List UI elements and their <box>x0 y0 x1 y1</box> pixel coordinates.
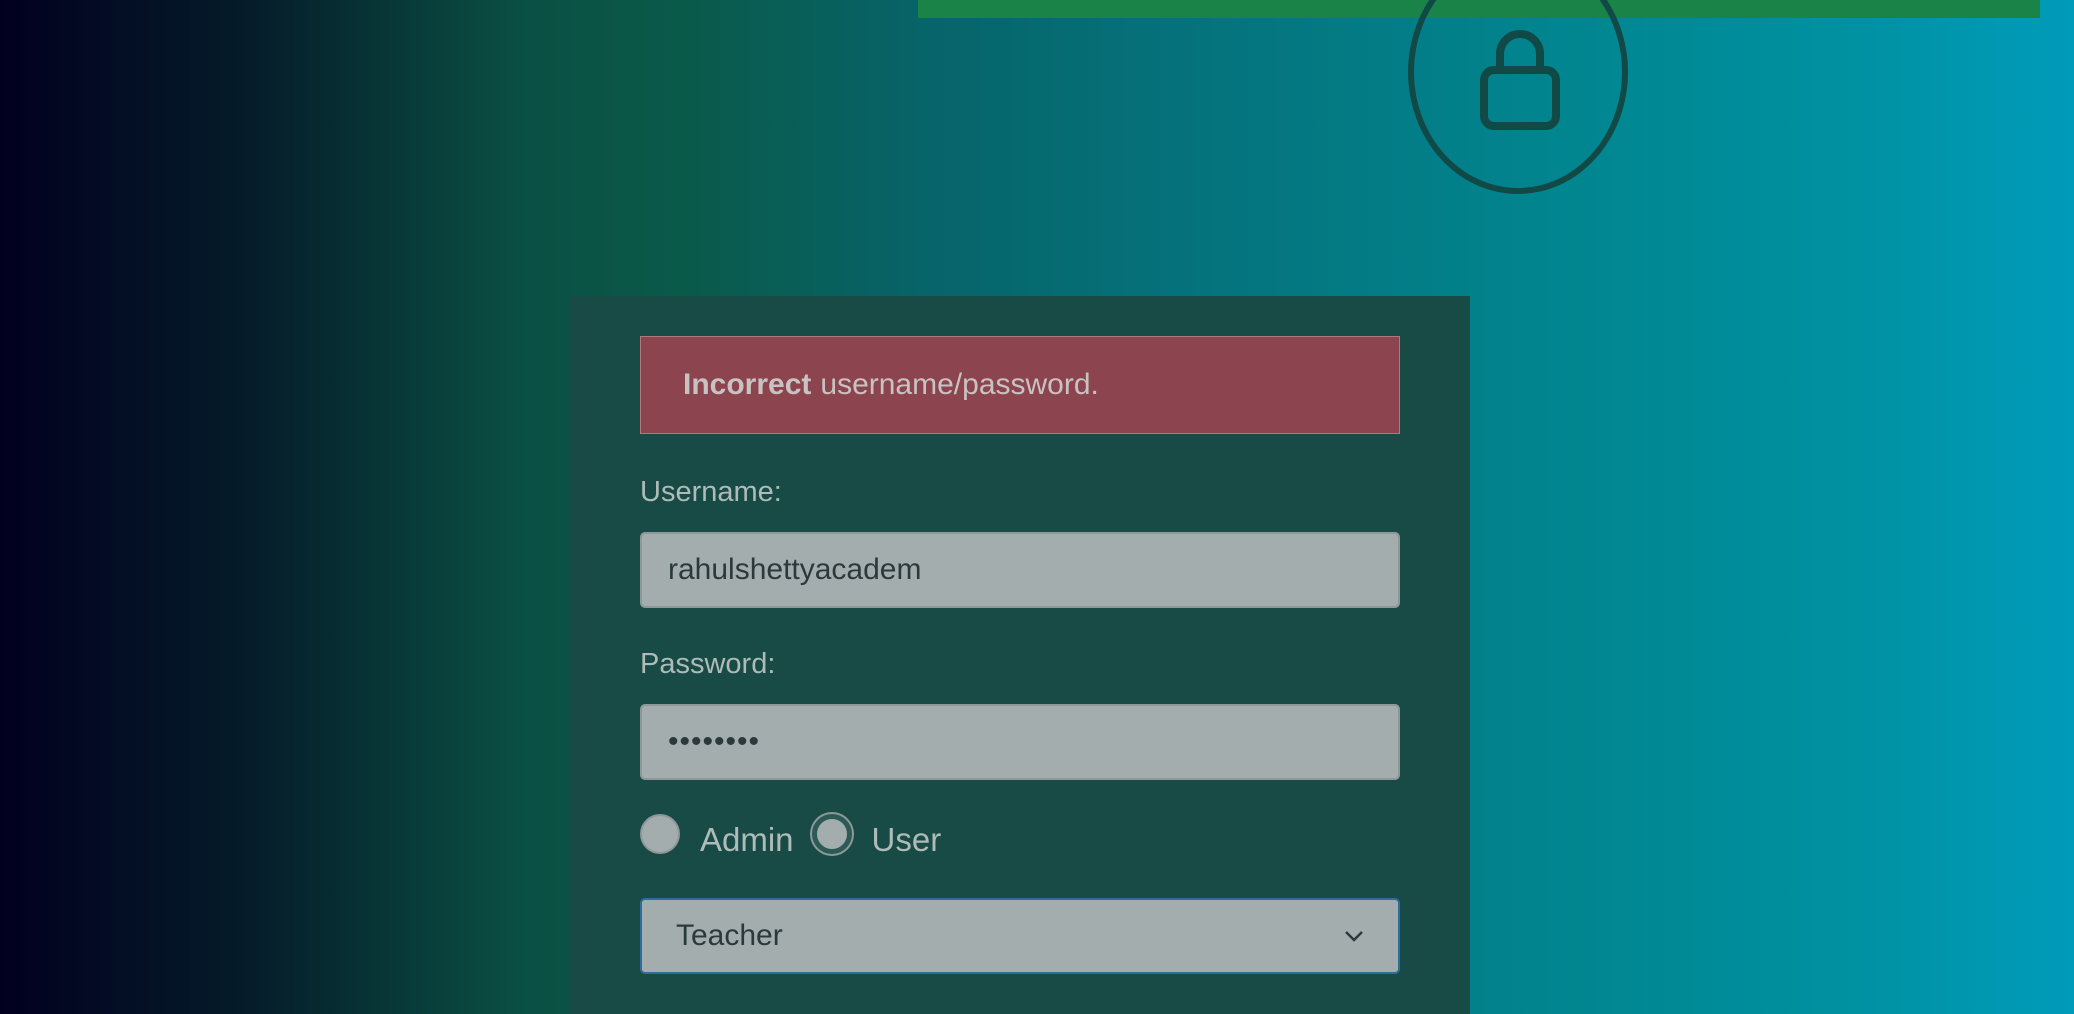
user-radio-label: User <box>871 821 942 858</box>
admin-radio-label: Admin <box>700 821 794 858</box>
chevron-down-icon <box>1345 931 1363 942</box>
user-type-selected-value: Teacher <box>676 919 783 952</box>
login-panel: Incorrect username/password. Username: P… <box>570 296 1470 1014</box>
alert-strong-text: Incorrect <box>683 368 812 401</box>
alert-message: username/password. <box>820 368 1099 401</box>
user-radio[interactable] <box>811 814 852 854</box>
username-input[interactable] <box>640 532 1400 608</box>
role-radio-group: Admin User <box>640 812 959 868</box>
password-label: Password: <box>640 648 776 680</box>
lock-icon <box>1480 30 1560 130</box>
password-input[interactable] <box>640 704 1400 780</box>
username-label: Username: <box>640 476 782 508</box>
user-type-select[interactable]: Teacher <box>640 898 1400 974</box>
admin-radio[interactable] <box>640 814 680 854</box>
error-alert: Incorrect username/password. <box>640 336 1400 434</box>
